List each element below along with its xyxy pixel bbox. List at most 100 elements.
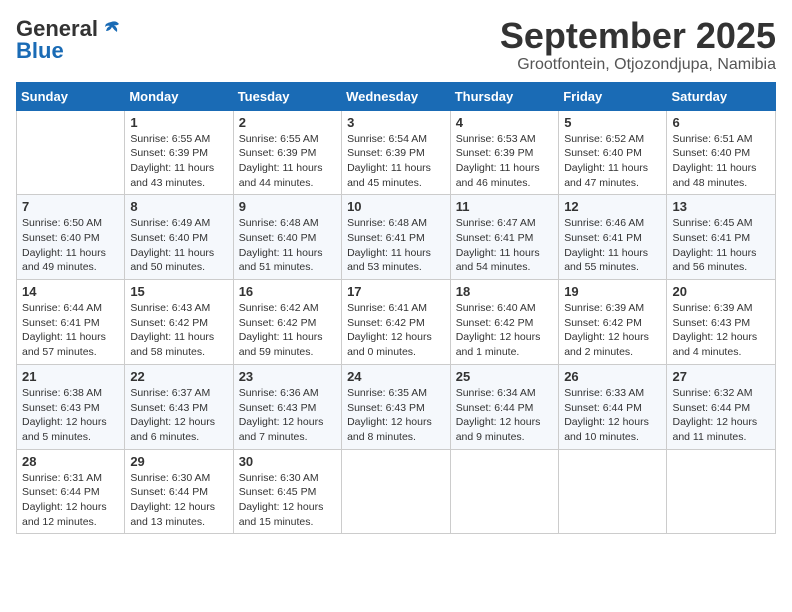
day-info: Sunrise: 6:39 AMSunset: 6:42 PMDaylight:… bbox=[564, 301, 661, 360]
calendar-cell: 9 Sunrise: 6:48 AMSunset: 6:40 PMDaylight… bbox=[233, 195, 341, 280]
day-number: 1 bbox=[130, 115, 227, 130]
calendar-cell: 16Sunrise: 6:42 AMSunset: 6:42 PMDayligh… bbox=[233, 280, 341, 365]
day-number: 10 bbox=[347, 199, 445, 214]
day-info: Sunrise: 6:37 AMSunset: 6:43 PMDaylight:… bbox=[130, 386, 227, 445]
day-info: Sunrise: 6:50 AMSunset: 6:40 PMDaylight:… bbox=[22, 216, 119, 275]
day-info: Sunrise: 6:49 AMSunset: 6:40 PMDaylight:… bbox=[130, 216, 227, 275]
day-info: Sunrise: 6:53 AMSunset: 6:39 PMDaylight:… bbox=[456, 132, 553, 191]
weekday-header-saturday: Saturday bbox=[667, 82, 776, 110]
calendar-cell bbox=[17, 110, 125, 195]
calendar-cell: 17 Sunrise: 6:41 AMSunset: 6:42 PMDayligh… bbox=[342, 280, 451, 365]
calendar-cell: 5 Sunrise: 6:52 AMSunset: 6:40 PMDaylight… bbox=[559, 110, 667, 195]
day-number: 24 bbox=[347, 369, 445, 384]
calendar-cell: 28 Sunrise: 6:31 AMSunset: 6:44 PMDayligh… bbox=[17, 449, 125, 534]
calendar-cell bbox=[342, 449, 451, 534]
day-info: Sunrise: 6:52 AMSunset: 6:40 PMDaylight:… bbox=[564, 132, 661, 191]
day-info: Sunrise: 6:48 AMSunset: 6:40 PMDaylight:… bbox=[239, 216, 336, 275]
page-header: General Blue September 2025 Grootfontein… bbox=[16, 16, 776, 74]
weekday-header-wednesday: Wednesday bbox=[342, 82, 451, 110]
weekday-header-sunday: Sunday bbox=[17, 82, 125, 110]
calendar-cell: 25 Sunrise: 6:34 AMSunset: 6:44 PMDayligh… bbox=[450, 364, 558, 449]
calendar-cell: 11Sunrise: 6:47 AMSunset: 6:41 PMDayligh… bbox=[450, 195, 558, 280]
month-title: September 2025 bbox=[500, 16, 776, 56]
day-info: Sunrise: 6:51 AMSunset: 6:40 PMDaylight:… bbox=[672, 132, 770, 191]
day-number: 15 bbox=[130, 284, 227, 299]
calendar-cell: 26 Sunrise: 6:33 AMSunset: 6:44 PMDayligh… bbox=[559, 364, 667, 449]
day-number: 20 bbox=[672, 284, 770, 299]
day-number: 30 bbox=[239, 454, 336, 469]
day-info: Sunrise: 6:39 AMSunset: 6:43 PMDaylight:… bbox=[672, 301, 770, 360]
calendar-week-row: 14Sunrise: 6:44 AMSunset: 6:41 PMDayligh… bbox=[17, 280, 776, 365]
day-number: 9 bbox=[239, 199, 336, 214]
day-number: 27 bbox=[672, 369, 770, 384]
weekday-header-thursday: Thursday bbox=[450, 82, 558, 110]
logo-bird-icon bbox=[100, 18, 122, 40]
calendar-cell: 20 Sunrise: 6:39 AMSunset: 6:43 PMDayligh… bbox=[667, 280, 776, 365]
calendar-cell: 15 Sunrise: 6:43 AMSunset: 6:42 PMDayligh… bbox=[125, 280, 233, 365]
calendar-cell: 30Sunrise: 6:30 AMSunset: 6:45 PMDayligh… bbox=[233, 449, 341, 534]
day-number: 14 bbox=[22, 284, 119, 299]
day-number: 26 bbox=[564, 369, 661, 384]
day-info: Sunrise: 6:40 AMSunset: 6:42 PMDaylight:… bbox=[456, 301, 553, 360]
day-info: Sunrise: 6:48 AMSunset: 6:41 PMDaylight:… bbox=[347, 216, 445, 275]
day-number: 6 bbox=[672, 115, 770, 130]
calendar-header-row: SundayMondayTuesdayWednesdayThursdayFrid… bbox=[17, 82, 776, 110]
day-info: Sunrise: 6:46 AMSunset: 6:41 PMDaylight:… bbox=[564, 216, 661, 275]
day-number: 7 bbox=[22, 199, 119, 214]
logo-blue: Blue bbox=[16, 38, 64, 64]
day-info: Sunrise: 6:41 AMSunset: 6:42 PMDaylight:… bbox=[347, 301, 445, 360]
calendar-cell: 13Sunrise: 6:45 AMSunset: 6:41 PMDayligh… bbox=[667, 195, 776, 280]
day-info: Sunrise: 6:35 AMSunset: 6:43 PMDaylight:… bbox=[347, 386, 445, 445]
calendar-cell: 24 Sunrise: 6:35 AMSunset: 6:43 PMDayligh… bbox=[342, 364, 451, 449]
calendar-cell: 4Sunrise: 6:53 AMSunset: 6:39 PMDaylight… bbox=[450, 110, 558, 195]
logo: General Blue bbox=[16, 16, 122, 64]
calendar-cell: 22Sunrise: 6:37 AMSunset: 6:43 PMDayligh… bbox=[125, 364, 233, 449]
calendar-cell: 1 Sunrise: 6:55 AMSunset: 6:39 PMDaylight… bbox=[125, 110, 233, 195]
day-info: Sunrise: 6:55 AMSunset: 6:39 PMDaylight:… bbox=[130, 132, 227, 191]
day-number: 19 bbox=[564, 284, 661, 299]
day-number: 17 bbox=[347, 284, 445, 299]
calendar-cell bbox=[667, 449, 776, 534]
calendar-cell: 14Sunrise: 6:44 AMSunset: 6:41 PMDayligh… bbox=[17, 280, 125, 365]
day-info: Sunrise: 6:38 AMSunset: 6:43 PMDaylight:… bbox=[22, 386, 119, 445]
day-number: 28 bbox=[22, 454, 119, 469]
day-number: 13 bbox=[672, 199, 770, 214]
calendar-cell: 18 Sunrise: 6:40 AMSunset: 6:42 PMDayligh… bbox=[450, 280, 558, 365]
calendar-cell: 29 Sunrise: 6:30 AMSunset: 6:44 PMDayligh… bbox=[125, 449, 233, 534]
calendar-cell: 6 Sunrise: 6:51 AMSunset: 6:40 PMDaylight… bbox=[667, 110, 776, 195]
calendar-cell: 12Sunrise: 6:46 AMSunset: 6:41 PMDayligh… bbox=[559, 195, 667, 280]
day-info: Sunrise: 6:36 AMSunset: 6:43 PMDaylight:… bbox=[239, 386, 336, 445]
weekday-header-monday: Monday bbox=[125, 82, 233, 110]
calendar-cell: 23 Sunrise: 6:36 AMSunset: 6:43 PMDayligh… bbox=[233, 364, 341, 449]
calendar-week-row: 28 Sunrise: 6:31 AMSunset: 6:44 PMDayligh… bbox=[17, 449, 776, 534]
day-number: 23 bbox=[239, 369, 336, 384]
calendar-body: 1 Sunrise: 6:55 AMSunset: 6:39 PMDaylight… bbox=[17, 110, 776, 534]
day-number: 2 bbox=[239, 115, 336, 130]
day-number: 5 bbox=[564, 115, 661, 130]
day-info: Sunrise: 6:43 AMSunset: 6:42 PMDaylight:… bbox=[130, 301, 227, 360]
calendar-cell: 8Sunrise: 6:49 AMSunset: 6:40 PMDaylight… bbox=[125, 195, 233, 280]
title-block: September 2025 Grootfontein, Otjozondjup… bbox=[500, 16, 776, 74]
day-info: Sunrise: 6:32 AMSunset: 6:44 PMDaylight:… bbox=[672, 386, 770, 445]
day-number: 25 bbox=[456, 369, 553, 384]
calendar-cell bbox=[450, 449, 558, 534]
calendar-cell: 19 Sunrise: 6:39 AMSunset: 6:42 PMDayligh… bbox=[559, 280, 667, 365]
day-info: Sunrise: 6:55 AMSunset: 6:39 PMDaylight:… bbox=[239, 132, 336, 191]
day-info: Sunrise: 6:34 AMSunset: 6:44 PMDaylight:… bbox=[456, 386, 553, 445]
calendar-table: SundayMondayTuesdayWednesdayThursdayFrid… bbox=[16, 82, 776, 535]
calendar-cell: 27 Sunrise: 6:32 AMSunset: 6:44 PMDayligh… bbox=[667, 364, 776, 449]
weekday-header-tuesday: Tuesday bbox=[233, 82, 341, 110]
calendar-cell bbox=[559, 449, 667, 534]
day-info: Sunrise: 6:31 AMSunset: 6:44 PMDaylight:… bbox=[22, 471, 119, 530]
day-number: 16 bbox=[239, 284, 336, 299]
calendar-cell: 21Sunrise: 6:38 AMSunset: 6:43 PMDayligh… bbox=[17, 364, 125, 449]
day-info: Sunrise: 6:30 AMSunset: 6:44 PMDaylight:… bbox=[130, 471, 227, 530]
calendar-cell: 10 Sunrise: 6:48 AMSunset: 6:41 PMDayligh… bbox=[342, 195, 451, 280]
weekday-header-friday: Friday bbox=[559, 82, 667, 110]
calendar-week-row: 7 Sunrise: 6:50 AMSunset: 6:40 PMDaylight… bbox=[17, 195, 776, 280]
day-number: 29 bbox=[130, 454, 227, 469]
day-number: 18 bbox=[456, 284, 553, 299]
calendar-week-row: 21Sunrise: 6:38 AMSunset: 6:43 PMDayligh… bbox=[17, 364, 776, 449]
location-title: Grootfontein, Otjozondjupa, Namibia bbox=[500, 56, 776, 74]
day-info: Sunrise: 6:33 AMSunset: 6:44 PMDaylight:… bbox=[564, 386, 661, 445]
